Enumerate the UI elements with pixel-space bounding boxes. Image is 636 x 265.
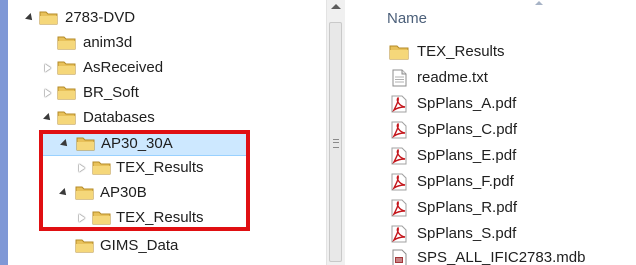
file-name: SpPlans_C.pdf: [417, 121, 518, 138]
folder-icon: [389, 43, 409, 61]
column-header-name[interactable]: Name: [387, 10, 427, 27]
file-item[interactable]: SpPlans_R.pdf: [389, 196, 629, 220]
file-item[interactable]: SPS_ALL_IFIC2783.mdb: [389, 246, 636, 265]
tree-item-ap30-30a[interactable]: AP30_30A: [42, 131, 250, 156]
tree-item-anim3d[interactable]: anim3d: [8, 31, 326, 55]
tree-item-label: BR_Soft: [83, 84, 139, 101]
pdf-icon: [389, 225, 409, 243]
tree-item-tex-results[interactable]: TEX_Results: [8, 206, 326, 230]
scroll-up-arrow-icon[interactable]: [331, 4, 341, 9]
navigation-tree: 2783-DVD anim3d AsReceived BR_Soft Datab…: [8, 0, 326, 265]
tree-item-2783-dvd[interactable]: 2783-DVD: [8, 6, 326, 30]
pdf-icon: [389, 121, 409, 139]
file-name: SpPlans_S.pdf: [417, 225, 517, 242]
folder-icon: [92, 210, 111, 225]
tree-item-br-soft[interactable]: BR_Soft: [8, 81, 326, 105]
file-name: SpPlans_A.pdf: [417, 95, 517, 112]
file-item[interactable]: SpPlans_C.pdf: [389, 118, 629, 142]
expand-arrow-icon[interactable]: [59, 138, 71, 150]
file-name: SPS_ALL_IFIC2783.mdb: [417, 249, 586, 265]
pdf-icon: [389, 173, 409, 191]
pdf-icon: [389, 147, 409, 165]
folder-icon: [76, 136, 95, 151]
tree-item-label: AP30B: [100, 184, 147, 201]
file-item[interactable]: SpPlans_E.pdf: [389, 144, 629, 168]
sort-ascending-icon: [535, 1, 543, 5]
folder-icon: [92, 160, 111, 175]
file-name: SpPlans_R.pdf: [417, 199, 518, 216]
scroll-thumb[interactable]: [329, 22, 342, 262]
database-file-icon: [389, 249, 409, 265]
expand-arrow-icon[interactable]: [42, 112, 54, 124]
file-name: SpPlans_F.pdf: [417, 173, 514, 190]
folder-icon: [57, 85, 76, 100]
tree-item-label: TEX_Results: [116, 159, 204, 176]
file-list: Name TEX_Results readme.txt SpPlans_A.pd…: [345, 0, 636, 265]
file-item[interactable]: SpPlans_F.pdf: [389, 170, 629, 194]
tree-item-ap30b[interactable]: AP30B: [8, 181, 326, 205]
tree-item-tex-results[interactable]: TEX_Results: [8, 156, 326, 180]
tree-item-label: AP30_30A: [101, 135, 173, 152]
collapse-arrow-icon[interactable]: [42, 87, 54, 99]
folder-icon: [75, 238, 94, 253]
text-file-icon: [389, 69, 409, 87]
grip-icon: [333, 139, 339, 148]
pdf-icon: [389, 95, 409, 113]
tree-item-databases[interactable]: Databases: [8, 106, 326, 130]
folder-icon: [75, 185, 94, 200]
file-name: readme.txt: [417, 69, 488, 86]
folder-icon: [57, 60, 76, 75]
tree-item-label: AsReceived: [83, 59, 164, 76]
explorer-window: 2783-DVD anim3d AsReceived BR_Soft Datab…: [8, 0, 636, 265]
file-item[interactable]: TEX_Results: [389, 40, 629, 64]
file-item[interactable]: SpPlans_S.pdf: [389, 222, 629, 246]
tree-item-label: TEX_Results: [116, 209, 204, 226]
folder-icon: [57, 35, 76, 50]
folder-icon: [57, 110, 76, 125]
file-name: SpPlans_E.pdf: [417, 147, 517, 164]
tree-item-label: anim3d: [83, 34, 133, 51]
tree-item-label: 2783-DVD: [65, 9, 136, 26]
expand-arrow-icon[interactable]: [24, 12, 36, 24]
file-item[interactable]: readme.txt: [389, 66, 629, 90]
collapse-arrow-icon[interactable]: [76, 212, 88, 224]
tree-item-label: GIMS_Data: [100, 237, 179, 254]
pdf-icon: [389, 199, 409, 217]
tree-item-asreceived[interactable]: AsReceived: [8, 56, 326, 80]
file-item[interactable]: SpPlans_A.pdf: [389, 92, 629, 116]
tree-item-gims-data[interactable]: GIMS_Data: [8, 234, 326, 258]
tree-scrollbar[interactable]: [326, 0, 345, 265]
folder-icon: [39, 10, 58, 25]
tree-item-label: Databases: [83, 109, 155, 126]
file-name: TEX_Results: [417, 43, 505, 60]
expand-arrow-icon[interactable]: [58, 187, 70, 199]
collapse-arrow-icon[interactable]: [76, 162, 88, 174]
collapse-arrow-icon[interactable]: [42, 62, 54, 74]
